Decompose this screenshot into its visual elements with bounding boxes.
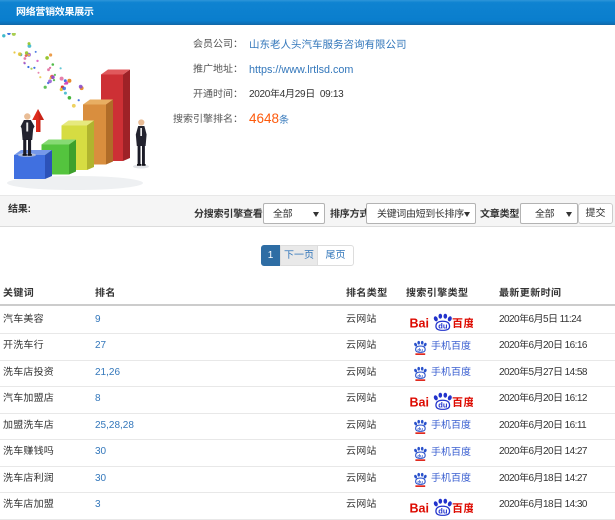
svg-text:百度: 百度 [452, 500, 473, 516]
svg-text:du: du [417, 453, 423, 458]
svg-text:du: du [438, 321, 448, 330]
svg-text:百度: 百度 [452, 394, 473, 410]
svg-text:百度: 百度 [452, 315, 473, 331]
svg-text:Bai: Bai [410, 396, 429, 410]
svg-text:Bai: Bai [410, 502, 429, 516]
svg-text:Bai: Bai [410, 316, 429, 330]
svg-text:du: du [417, 347, 423, 352]
svg-text:du: du [417, 480, 423, 485]
svg-text:du: du [438, 401, 448, 410]
svg-text:du: du [417, 374, 423, 379]
svg-text:du: du [438, 507, 448, 516]
svg-text:du: du [417, 427, 423, 432]
